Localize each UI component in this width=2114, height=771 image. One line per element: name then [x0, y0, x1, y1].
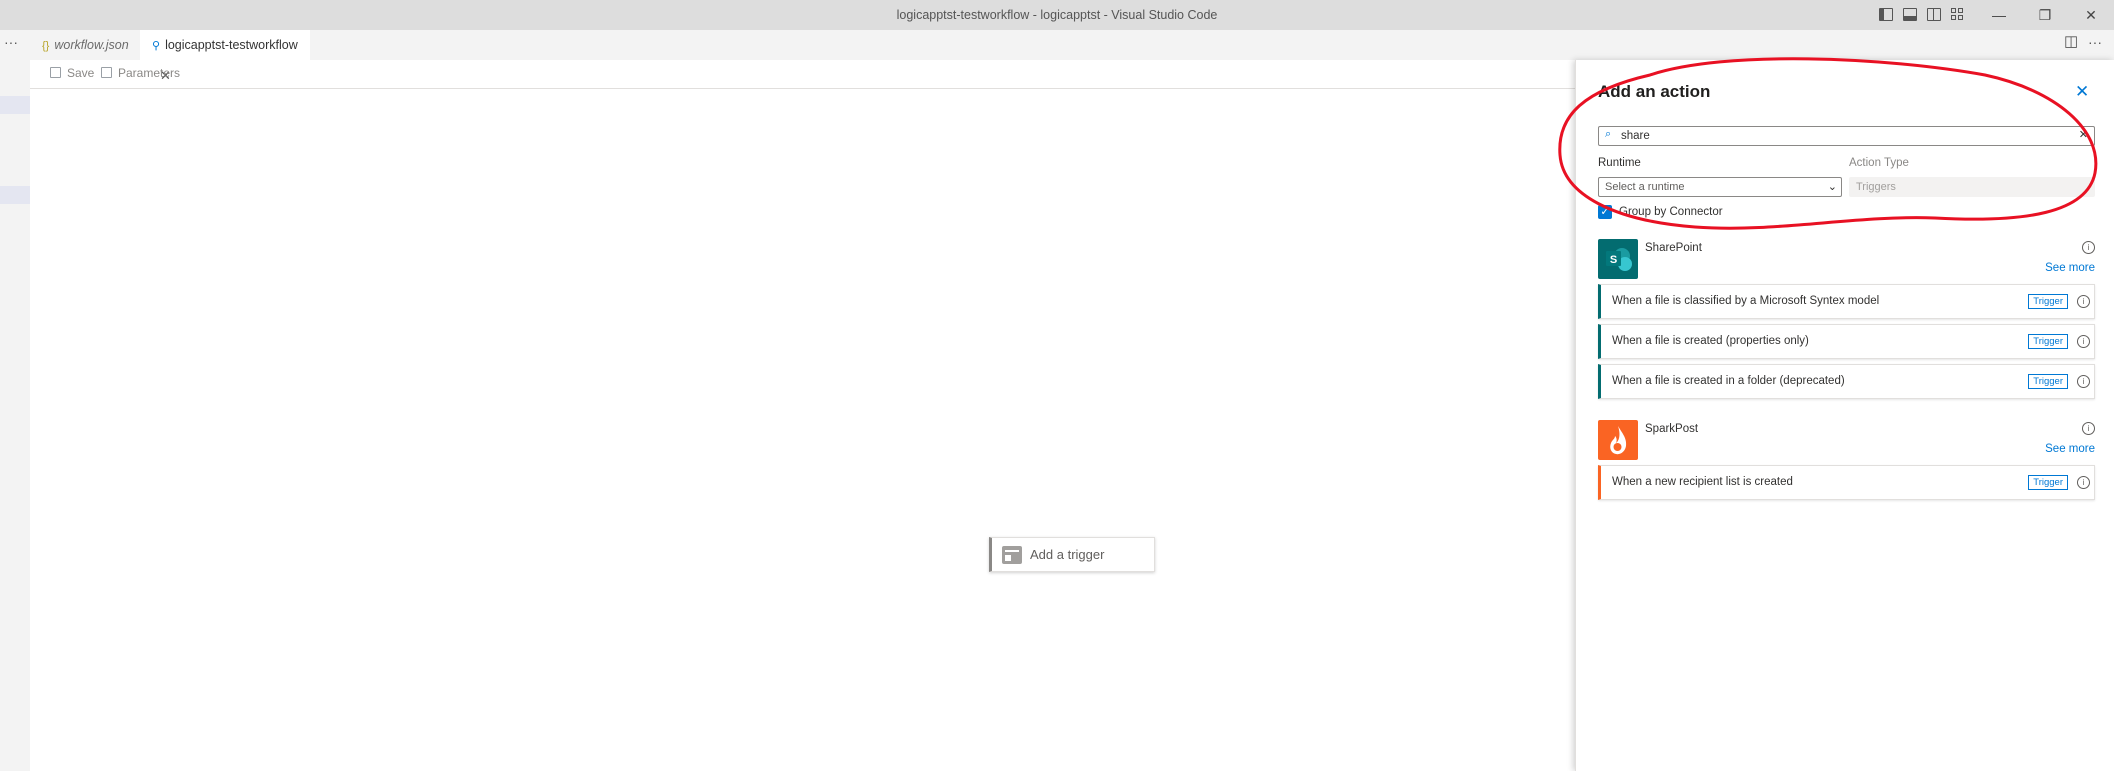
operation-name: When a file is created (properties only) — [1612, 335, 1809, 347]
close-window-button[interactable]: ✕ — [2068, 0, 2114, 30]
operation-name: When a file is created in a folder (depr… — [1612, 375, 1845, 387]
restore-button[interactable]: ❐ — [2022, 0, 2068, 30]
tab-logicapptst-testworkflow[interactable]: ⚲ logicapptst-testworkflow✕ — [140, 30, 310, 83]
add-trigger-label: Add a trigger — [1030, 547, 1105, 562]
connector-sharepoint[interactable]: S SharePoint i See more — [1598, 239, 2095, 284]
parameters-label: Parameters — [118, 66, 181, 80]
close-panel-icon[interactable]: ✕ — [2075, 82, 2089, 102]
trigger-badge: Trigger — [2028, 294, 2068, 309]
tab-workflow-json[interactable]: {} workflow.json — [30, 30, 148, 60]
split-editor-icon[interactable]: ◫ — [2064, 30, 2078, 60]
group-by-connector-checkbox[interactable]: ✓ — [1598, 205, 1612, 219]
json-file-icon: {} — [42, 40, 50, 52]
runtime-placeholder: Select a runtime — [1605, 181, 1685, 193]
action-type-label: Action Type — [1849, 157, 1909, 169]
sharepoint-logo-letter: S — [1610, 254, 1617, 266]
info-icon[interactable]: i — [2077, 335, 2090, 348]
minimize-button[interactable]: — — [1976, 0, 2022, 30]
save-label: Save — [67, 66, 95, 80]
info-icon[interactable]: i — [2082, 422, 2095, 435]
action-type-value: Triggers — [1856, 181, 1896, 193]
search-icon: ⌕ — [1605, 128, 1612, 140]
info-icon[interactable]: i — [2077, 375, 2090, 388]
clear-search-icon[interactable]: ✕ — [2079, 128, 2088, 141]
add-trigger-card[interactable]: Add a trigger — [989, 537, 1155, 572]
more-views-button[interactable]: ··· — [4, 30, 18, 60]
add-action-panel: Add an action ✕ ⌕ ✕ Runtime Action Type … — [1575, 60, 2114, 771]
save-icon — [50, 67, 61, 78]
panel-title: Add an action — [1598, 82, 1711, 101]
group-by-connector-label: Group by Connector — [1619, 206, 1723, 218]
sidebar-selected-row[interactable] — [0, 96, 30, 114]
operation-item[interactable]: When a file is created (properties only)… — [1598, 324, 2095, 359]
operation-name: When a new recipient list is created — [1612, 476, 1793, 488]
toggle-panel-icon[interactable] — [1903, 8, 1917, 21]
trigger-badge: Trigger — [2028, 475, 2068, 490]
editor-tab-bar: ··· {} workflow.json ⚲ logicapptst-testwor… — [0, 30, 2114, 83]
designer-toolbar: Save Parameters — [30, 60, 1575, 89]
operation-item[interactable]: When a file is created in a folder (depr… — [1598, 364, 2095, 399]
workflow-designer-icon: ⚲ — [152, 40, 161, 52]
connector-name: SharePoint — [1645, 242, 1702, 254]
sharepoint-logo-icon: S — [1598, 239, 1638, 279]
action-type-dropdown: Triggers — [1849, 177, 2095, 197]
tab-label: workflow.json — [54, 38, 129, 52]
see-more-link[interactable]: See more — [2045, 443, 2095, 455]
operation-item[interactable]: When a new recipient list is created Tri… — [1598, 465, 2095, 500]
connector-sparkpost[interactable]: SparkPost i See more — [1598, 420, 2095, 465]
see-more-link[interactable]: See more — [2045, 262, 2095, 274]
window-title: logicapptst-testworkflow - logicapptst -… — [896, 8, 1218, 22]
customize-layout-icon[interactable] — [1951, 8, 1965, 21]
sparkpost-logo-icon — [1598, 420, 1638, 460]
trigger-badge: Trigger — [2028, 374, 2068, 389]
connector-name: SparkPost — [1645, 423, 1699, 435]
save-button[interactable]: Save — [50, 66, 94, 80]
side-bar-strip — [0, 60, 30, 771]
toggle-secondary-sidebar-icon[interactable] — [1927, 8, 1941, 21]
info-icon[interactable]: i — [2077, 476, 2090, 489]
parameters-button[interactable]: Parameters — [101, 66, 180, 80]
toggle-primary-sidebar-icon[interactable] — [1879, 8, 1893, 21]
trigger-badge: Trigger — [2028, 334, 2068, 349]
operation-item[interactable]: When a file is classified by a Microsoft… — [1598, 284, 2095, 319]
info-icon[interactable]: i — [2077, 295, 2090, 308]
editor-more-actions-button[interactable]: ··· — [2088, 30, 2102, 60]
runtime-label: Runtime — [1598, 157, 1641, 169]
trigger-placeholder-icon — [1002, 546, 1022, 564]
chevron-down-icon: ⌄ — [1827, 181, 1837, 193]
tab-label: logicapptst-testworkflow — [165, 38, 298, 52]
title-bar: logicapptst-testworkflow - logicapptst -… — [0, 0, 2114, 30]
parameters-icon — [101, 67, 112, 78]
info-icon[interactable]: i — [2082, 241, 2095, 254]
operation-name: When a file is classified by a Microsoft… — [1612, 295, 1880, 307]
search-box[interactable]: ⌕ ✕ — [1598, 126, 2095, 146]
runtime-dropdown[interactable]: Select a runtime ⌄ — [1598, 177, 1842, 197]
search-input[interactable] — [1621, 128, 2061, 144]
sidebar-selected-row[interactable] — [0, 186, 30, 204]
